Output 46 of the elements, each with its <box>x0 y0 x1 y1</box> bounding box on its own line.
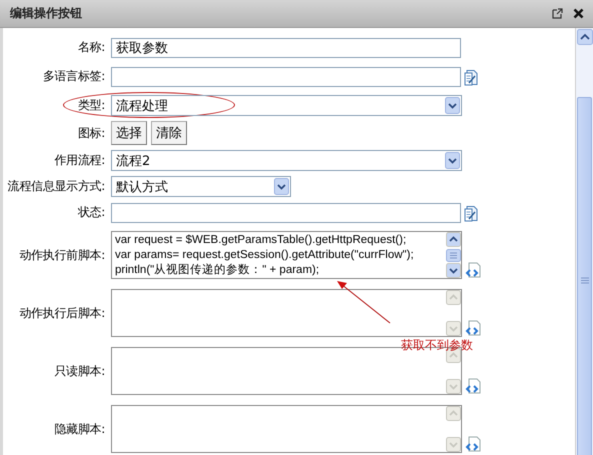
field-label: 状态: <box>76 204 106 221</box>
scrollbar[interactable] <box>576 28 593 455</box>
code-icon[interactable] <box>465 378 481 394</box>
code-icon[interactable] <box>465 320 481 336</box>
script-textarea[interactable]: var request = $WEB.getParamsTable().getHttpRequest(); var params= request.getSession().getAttribute("currFlow"); println("从视图传递的参数：" + param); <box>111 231 462 279</box>
caret-icon <box>274 178 289 195</box>
edit-icon[interactable] <box>464 68 478 86</box>
script-textarea[interactable] <box>111 289 462 337</box>
field-label: 动作执行后脚本: <box>18 304 106 322</box>
script-textarea[interactable] <box>111 405 462 453</box>
caret-icon <box>445 152 460 169</box>
field-label: 图标: <box>76 124 106 142</box>
textarea-scrollbar[interactable] <box>445 232 461 278</box>
caret-icon <box>445 97 460 114</box>
field-label: 流程信息显示方式: <box>6 178 106 195</box>
field-label: 名称: <box>76 39 106 56</box>
code-line: println("从视图传递的参数：" + param); <box>115 263 320 278</box>
field-label: 只读脚本: <box>53 362 106 380</box>
dropdown[interactable]: 流程处理 <box>111 95 462 116</box>
text-field[interactable] <box>111 202 461 222</box>
scroll-thumb[interactable] <box>446 248 460 262</box>
field-label: 隐藏脚本: <box>53 420 106 438</box>
close-icon[interactable] <box>573 8 584 19</box>
dropdown[interactable]: 流程2 <box>111 150 462 171</box>
field-label: 类型: <box>76 97 106 114</box>
field-label: 动作执行前脚本: <box>18 246 106 264</box>
text-field[interactable]: 获取参数 <box>111 38 461 58</box>
annotation-note: 获取不到参数 <box>401 337 473 354</box>
popout-icon[interactable] <box>552 8 563 19</box>
code-icon[interactable] <box>465 436 481 452</box>
code-icon[interactable] <box>465 262 481 278</box>
dropdown[interactable]: 默认方式 <box>111 176 291 197</box>
field-label: 多语言标签: <box>42 68 106 85</box>
edit-icon[interactable] <box>464 204 478 222</box>
code-line: var params= request.getSession().getAttribute("currFlow"); <box>115 248 415 263</box>
code-line: var request = $WEB.getParamsTable().getHttpRequest(); <box>115 233 408 248</box>
field-label: 作用流程: <box>53 152 106 169</box>
grip-icon <box>580 277 588 284</box>
window-title: 编辑操作按钮 <box>10 5 83 22</box>
scroll-thumb[interactable] <box>577 97 592 455</box>
form-button[interactable]: 选择 <box>111 121 147 145</box>
scroll-down-icon[interactable] <box>446 263 460 278</box>
text-field[interactable] <box>111 66 461 86</box>
form-button[interactable]: 清除 <box>151 121 187 145</box>
scroll-up-icon[interactable] <box>446 232 460 247</box>
scroll-up-icon[interactable] <box>576 29 592 45</box>
